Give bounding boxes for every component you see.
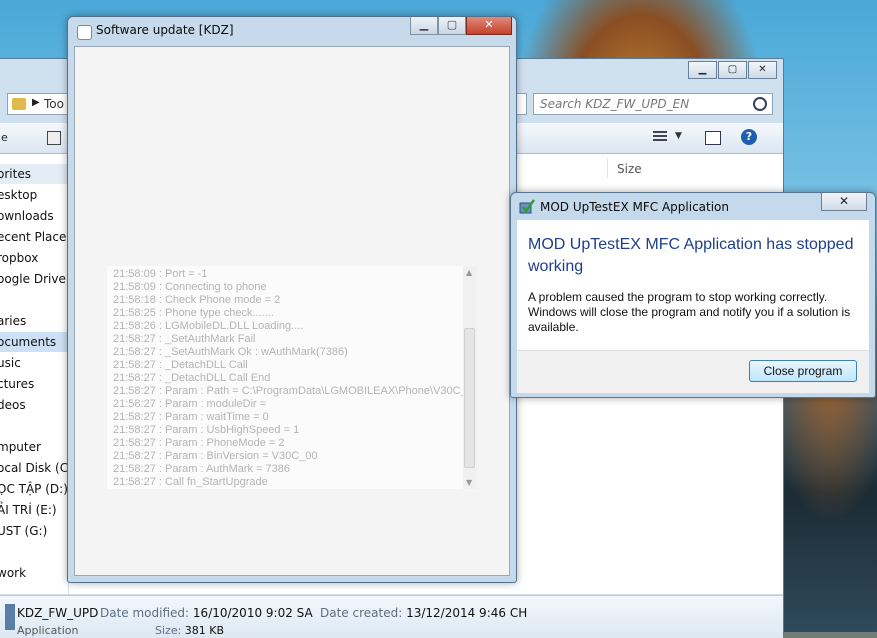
nav-item-downloads[interactable]: ownloads <box>0 206 68 226</box>
close-button[interactable]: ✕ <box>748 61 777 79</box>
log-line: 21:58:27 : _SetAuthMark Ok : wAuthMark(7… <box>113 346 348 358</box>
nav-item-google-drive[interactable]: oogle Drive <box>0 269 68 289</box>
dialog-content: MOD UpTestEX MFC Application has stopped… <box>517 220 869 393</box>
error-message: A problem caused the program to stop wor… <box>528 290 851 334</box>
nav-item-drive-g[interactable]: UST (G:) <box>0 521 68 541</box>
nav-item-favorites[interactable]: orites <box>0 164 68 184</box>
nav-item-drive-d[interactable]: ỌC TẬP (D:) <box>0 479 68 499</box>
navigation-pane: orites esktop ownloads ecent Places ropb… <box>0 154 69 594</box>
organize-menu[interactable]: e <box>1 131 8 144</box>
application-icon <box>5 604 15 630</box>
nav-item-music[interactable]: usic <box>0 353 68 373</box>
log-line: 21:58:27 : Param : moduleDir = <box>113 398 267 410</box>
nav-item-network[interactable]: work <box>0 563 68 583</box>
log-line: 21:58:27 : _DetachDLL Call End <box>113 372 271 384</box>
change-view-icon[interactable] <box>653 131 667 143</box>
close-program-button[interactable]: Close program <box>749 360 857 382</box>
file-size-value: 381 KB <box>184 624 225 637</box>
scroll-down-icon[interactable]: ▼ <box>466 478 472 487</box>
file-name: KDZ_FW_UPD <box>17 606 99 620</box>
maximize-button[interactable]: ▢ <box>438 17 466 35</box>
nav-item-pictures[interactable]: ctures <box>0 374 68 394</box>
log-line: 21:58:18 : Check Phone mode = 2 <box>113 294 281 306</box>
explorer-window-controls: ▁ ▢ ✕ <box>687 61 777 79</box>
log-line: 21:58:25 : Phone type check....... <box>113 307 274 319</box>
search-placeholder: Search KDZ_FW_UPD_EN <box>540 97 690 111</box>
log-line: 21:58:27 : Call fn_StartUpgrade <box>113 476 268 488</box>
window-controls: ▁ ▢ ✕ <box>410 17 512 35</box>
scrollbar-thumb[interactable] <box>464 328 475 468</box>
log-line: 21:58:27 : _DetachDLL Call <box>113 359 248 371</box>
nav-item-recent-places[interactable]: ecent Places <box>0 227 68 247</box>
column-header-size[interactable]: Size <box>617 162 642 176</box>
address-path: Too <box>44 97 64 111</box>
properties-icon[interactable] <box>47 131 61 145</box>
file-size: Size: 381 KB <box>155 624 224 637</box>
log-list[interactable]: 21:58:09 : Port = -1 21:58:09 : Connecti… <box>107 266 477 489</box>
log-line: 21:58:26 : LGMobileDL.DLL Loading.... <box>113 320 304 332</box>
app-icon[interactable] <box>77 25 92 40</box>
file-type: Application <box>17 624 79 637</box>
window-title: Software update [KDZ] <box>96 23 234 37</box>
close-icon[interactable]: ✕ <box>821 193 867 211</box>
log-line: 21:58:27 : Param : PhoneMode = 2 <box>113 437 285 449</box>
nav-item-local-disk-c[interactable]: ocal Disk (C:) <box>0 458 68 478</box>
nav-item-drive-e[interactable]: ẢI TRÍ (E:) <box>0 500 68 520</box>
nav-item-libraries[interactable]: aries <box>0 311 68 331</box>
search-input[interactable]: Search KDZ_FW_UPD_EN <box>533 93 773 115</box>
file-size-label: Size: <box>155 624 182 637</box>
software-update-client-area: 21:58:09 : Port = -1 21:58:09 : Connecti… <box>74 46 510 576</box>
breadcrumb-arrow-icon[interactable]: ▶ <box>32 97 40 108</box>
date-created-value: 13/12/2014 9:46 CH <box>406 606 528 620</box>
date-modified: Date modified: 16/10/2010 9:02 SA <box>100 606 313 620</box>
log-line: 21:58:09 : Port = -1 <box>113 268 208 280</box>
log-line: 21:58:27 : Param : Path = C:\ProgramData… <box>113 385 477 397</box>
close-button[interactable]: ✕ <box>466 17 512 35</box>
log-line: 21:58:27 : Param : UsbHighSpeed = 1 <box>113 424 300 436</box>
software-update-window: Software update [KDZ] ▁ ▢ ✕ 21:58:09 : P… <box>67 16 517 583</box>
search-icon[interactable] <box>753 97 767 111</box>
help-icon[interactable]: ? <box>741 129 757 145</box>
scroll-up-icon[interactable]: ▲ <box>466 268 472 277</box>
folder-icon <box>12 98 26 110</box>
chevron-down-icon[interactable]: ▼ <box>675 131 682 141</box>
maximize-button[interactable]: ▢ <box>718 61 747 79</box>
log-line: 21:58:27 : Param : BinVersion = V30C_00 <box>113 450 318 462</box>
log-line: 21:58:09 : Connecting to phone <box>113 281 267 293</box>
column-divider[interactable] <box>607 158 608 178</box>
application-check-icon <box>519 199 535 214</box>
nav-item-desktop[interactable]: esktop <box>0 185 68 205</box>
date-created: Date created: 13/12/2014 9:46 CH <box>320 606 527 620</box>
minimize-button[interactable]: ▁ <box>410 17 438 35</box>
error-headline: MOD UpTestEX MFC Application has stopped… <box>528 236 854 275</box>
minimize-button[interactable]: ▁ <box>688 61 717 79</box>
log-line: 21:58:27 : Param : waitTime = 0 <box>113 411 269 423</box>
dialog-title: MOD UpTestEX MFC Application <box>540 200 729 214</box>
log-line: 21:58:27 : Param : AuthMark = 7386 <box>113 463 291 475</box>
date-modified-label: Date modified: <box>100 606 190 620</box>
log-line: 21:58:27 : _SetAuthMark Fail <box>113 333 256 345</box>
date-modified-value: 16/10/2010 9:02 SA <box>192 606 313 620</box>
error-dialog: MOD UpTestEX MFC Application ✕ MOD UpTes… <box>510 192 876 398</box>
log-scrollbar[interactable]: ▲ ▼ <box>463 266 477 489</box>
dialog-footer: Close program <box>517 350 869 393</box>
nav-item-computer[interactable]: mputer <box>0 437 68 457</box>
preview-pane-icon[interactable] <box>705 131 721 145</box>
date-created-label: Date created: <box>320 606 403 620</box>
nav-item-dropbox[interactable]: ropbox <box>0 248 68 268</box>
nav-item-videos[interactable]: deos <box>0 395 68 415</box>
nav-item-documents[interactable]: ocuments <box>0 332 68 352</box>
